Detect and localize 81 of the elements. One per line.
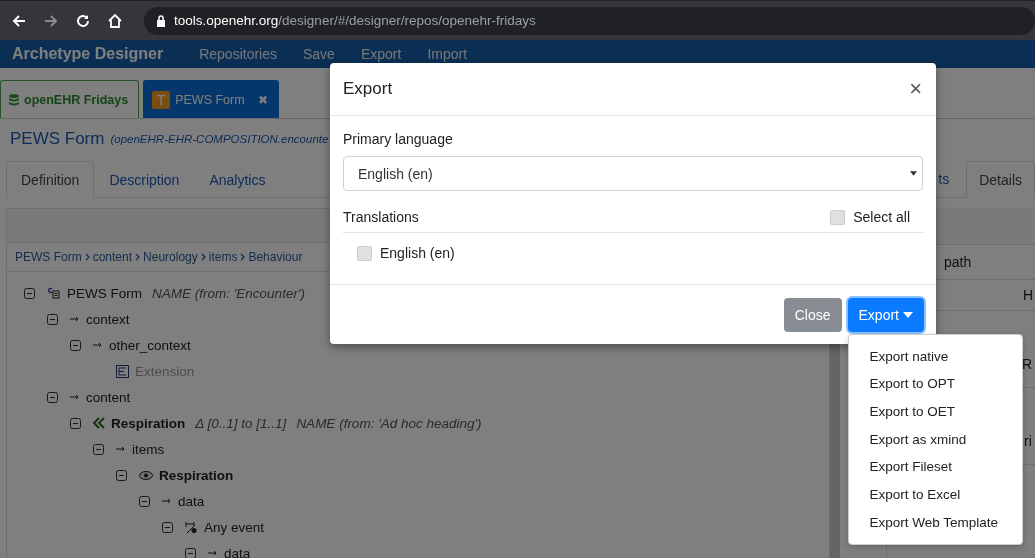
- checkbox[interactable]: [357, 245, 372, 261]
- dialog-title: Export: [343, 79, 393, 99]
- view-tab[interactable]: Definition: [6, 161, 95, 198]
- collapse-icon[interactable]: [185, 547, 196, 558]
- tree-node[interactable]: other_context: [109, 337, 191, 353]
- chevron-icon: [240, 253, 246, 261]
- checkbox-label[interactable]: English (en): [380, 245, 455, 261]
- tree-node[interactable]: data: [178, 493, 205, 509]
- tree-node[interactable]: data: [224, 545, 251, 558]
- collapse-icon[interactable]: [116, 469, 127, 481]
- tree-node[interactable]: PEWS Form: [67, 285, 142, 301]
- slot-icon: [116, 364, 129, 378]
- menu-item[interactable]: Export: [360, 46, 402, 62]
- language-select[interactable]: English (en): [343, 156, 923, 191]
- section-label: Translations: [343, 209, 419, 225]
- arrow-icon: [93, 342, 103, 348]
- tree-node[interactable]: Any event: [204, 519, 265, 535]
- url-path: /designer/#/designer/repos/openehr-fridays: [278, 13, 536, 28]
- collapse-icon[interactable]: [24, 287, 35, 299]
- editor-tab[interactable]: T PEWS Form ✖: [143, 80, 279, 118]
- arrow-icon: [116, 446, 126, 452]
- app-brand[interactable]: Archetype Designer: [12, 45, 164, 63]
- menu-item[interactable]: Save: [303, 46, 335, 62]
- field-label: Primary language: [343, 131, 454, 147]
- breadcrumb-link[interactable]: Behaviour: [248, 250, 303, 264]
- menu-option[interactable]: Export to Excel: [848, 480, 1022, 509]
- collapse-icon[interactable]: [93, 443, 104, 455]
- panel-tab[interactable]: Details: [966, 161, 1035, 198]
- node-annotation: NAME (from: 'Ad hoc heading'): [296, 415, 482, 431]
- node-annotation: NAME (from: 'Encounter'): [152, 285, 305, 301]
- tree-node[interactable]: content: [86, 389, 131, 405]
- breadcrumb-link[interactable]: PEWS Form: [15, 250, 82, 264]
- dropdown-icon: [910, 171, 917, 176]
- arrow-icon: [70, 316, 80, 322]
- arrow-icon: [208, 550, 218, 556]
- chevron-icon: [84, 253, 90, 261]
- tree-node[interactable]: context: [86, 311, 130, 327]
- breadcrumb-link[interactable]: content: [92, 250, 133, 264]
- arrow-icon: [70, 394, 80, 400]
- collapse-icon[interactable]: [70, 417, 81, 429]
- breadcrumb-link[interactable]: Neurology: [143, 250, 198, 264]
- tab-label: PEWS Form: [175, 92, 245, 107]
- double-chevron-icon: [93, 417, 105, 429]
- eye-icon: [139, 470, 153, 480]
- panel-tab[interactable]: ts: [937, 160, 963, 197]
- database-icon: [9, 93, 19, 106]
- editor-tab[interactable]: openEHR Fridays: [0, 80, 140, 118]
- close-dialog-button[interactable]: Close: [783, 297, 842, 332]
- tree-node[interactable]: Respiration: [159, 467, 234, 483]
- lock-icon: [156, 14, 166, 27]
- document-title: PEWS Form: [10, 129, 105, 149]
- template-badge: T: [152, 90, 171, 109]
- close-tab-button[interactable]: ✖: [257, 92, 268, 107]
- collapse-icon[interactable]: [70, 339, 81, 351]
- close-button[interactable]: ×: [909, 76, 922, 102]
- tab-label: openEHR Fridays: [24, 92, 129, 107]
- url-host: tools.openehr.org: [174, 13, 279, 28]
- node-annotation: Δ [0..1] to [1..1]: [195, 415, 287, 431]
- chevron-icon: [135, 253, 141, 261]
- document-id: (openEHR-EHR-COMPOSITION.encounte: [110, 133, 329, 145]
- collapse-icon[interactable]: [47, 391, 58, 403]
- arrow-icon: [162, 498, 172, 504]
- tree-node[interactable]: Respiration: [111, 415, 186, 431]
- menu-option[interactable]: Export Web Template: [848, 508, 1022, 537]
- chevron-icon: [200, 253, 206, 261]
- collapse-icon[interactable]: [162, 521, 173, 533]
- composition-icon: [47, 287, 61, 299]
- event-icon: [185, 520, 198, 534]
- address-bar[interactable]: tools.openehr.org/designer/#/designer/repos/openehr-fridays: [144, 6, 1035, 35]
- collapse-icon[interactable]: [139, 495, 150, 507]
- tree-node[interactable]: items: [132, 441, 165, 457]
- menu-item[interactable]: Repositories: [199, 46, 277, 62]
- view-tab[interactable]: Analytics: [194, 161, 281, 198]
- checkbox-label[interactable]: Select all: [853, 209, 910, 225]
- breadcrumb-link[interactable]: items: [208, 250, 238, 264]
- caret-icon: [903, 311, 913, 318]
- collapse-icon[interactable]: [47, 313, 58, 325]
- menu-item[interactable]: Import: [427, 46, 468, 62]
- checkbox[interactable]: [830, 209, 846, 225]
- view-tab[interactable]: Description: [94, 161, 195, 198]
- export-button[interactable]: Export: [847, 297, 924, 332]
